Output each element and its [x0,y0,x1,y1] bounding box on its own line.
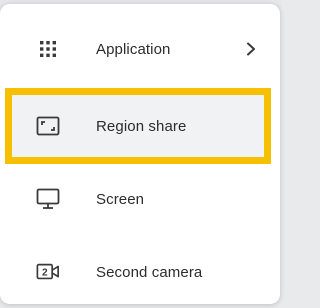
svg-text:2: 2 [42,268,48,279]
second-camera-icon: 2 [36,260,60,284]
monitor-icon [36,187,60,211]
menu-item-second-camera[interactable]: 2 Second camera [0,237,280,307]
menu-item-label: Region share [96,117,187,135]
grid-icon [36,37,60,61]
share-menu: Application Region share Screen 2 Second… [0,4,280,304]
menu-item-region-share[interactable]: Region share [5,88,271,164]
menu-item-label: Second camera [96,263,203,281]
menu-item-label: Screen [96,190,145,208]
region-share-icon [36,114,60,138]
menu-item-screen[interactable]: Screen [0,164,280,234]
menu-item-label: Application [96,40,171,58]
menu-item-application[interactable]: Application [0,14,280,84]
chevron-right-icon [244,42,258,56]
